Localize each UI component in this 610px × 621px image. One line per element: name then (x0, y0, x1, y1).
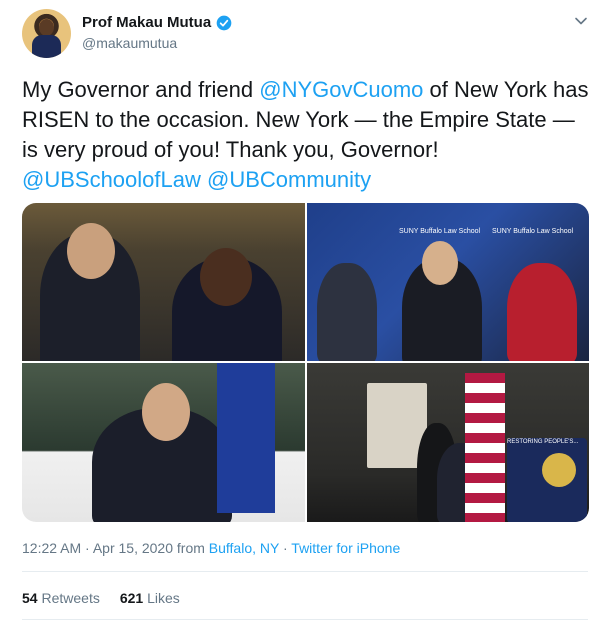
photo-4-overlay: RESTORING PEOPLE'S... (507, 439, 579, 445)
divider (22, 619, 588, 620)
photo-3[interactable] (22, 363, 305, 522)
photo-1[interactable] (22, 203, 305, 361)
divider (22, 571, 588, 572)
tweet-text: My Governor and friend @NYGovCuomo of Ne… (22, 75, 592, 195)
meta-separator: · (81, 540, 93, 556)
mention-link-ubschooloflaw[interactable]: @UBSchoolofLaw (22, 167, 201, 192)
avatar-suit (32, 35, 61, 58)
podium-text: RESTORING PEOPLE'S... (507, 439, 579, 445)
retweets-count: 54 (22, 590, 38, 606)
avatar[interactable] (22, 9, 71, 58)
user-handle[interactable]: @makaumutua (82, 35, 177, 51)
chevron-down-icon[interactable] (574, 14, 588, 28)
author-name-row: Prof Makau Mutua (82, 14, 232, 31)
retweets-stat[interactable]: 54 Retweets (22, 590, 100, 606)
photo-2[interactable]: SUNY Buffalo Law School SUNY Buffalo Law… (307, 203, 589, 361)
display-name[interactable]: Prof Makau Mutua (82, 14, 211, 31)
media-grid: SUNY Buffalo Law School SUNY Buffalo Law… (22, 203, 589, 522)
mention-link-ubcommunity[interactable]: @UBCommunity (207, 167, 371, 192)
tweet-time[interactable]: 12:22 AM (22, 540, 81, 556)
tweet-date[interactable]: Apr 15, 2020 (93, 540, 173, 556)
tweet-text-segment: My Governor and friend (22, 77, 260, 102)
verified-badge-icon (216, 15, 232, 30)
meta-separator: · (279, 540, 292, 556)
location-link[interactable]: Buffalo, NY (209, 540, 279, 556)
from-label: from (173, 540, 209, 556)
likes-stat[interactable]: 621 Likes (120, 590, 180, 606)
likes-count: 621 (119, 590, 144, 606)
source-link[interactable]: Twitter for iPhone (291, 540, 400, 556)
engagement-stats: 54 Retweets 621 Likes (22, 590, 180, 606)
banner-text: SUNY Buffalo Law School (492, 228, 574, 235)
mention-link-nygovcuomo[interactable]: @NYGovCuomo (259, 77, 423, 102)
tweet-card: Prof Makau Mutua @makaumutua My Governor… (0, 0, 610, 621)
tweet-meta: 12:22 AM · Apr 15, 2020 from Buffalo, NY… (22, 540, 400, 556)
likes-label: Likes (147, 590, 180, 606)
retweets-label: Retweets (41, 590, 100, 606)
banner-text: SUNY Buffalo Law School (399, 228, 481, 235)
avatar-head (39, 19, 54, 36)
photo-4[interactable]: RESTORING PEOPLE'S... (307, 363, 589, 522)
